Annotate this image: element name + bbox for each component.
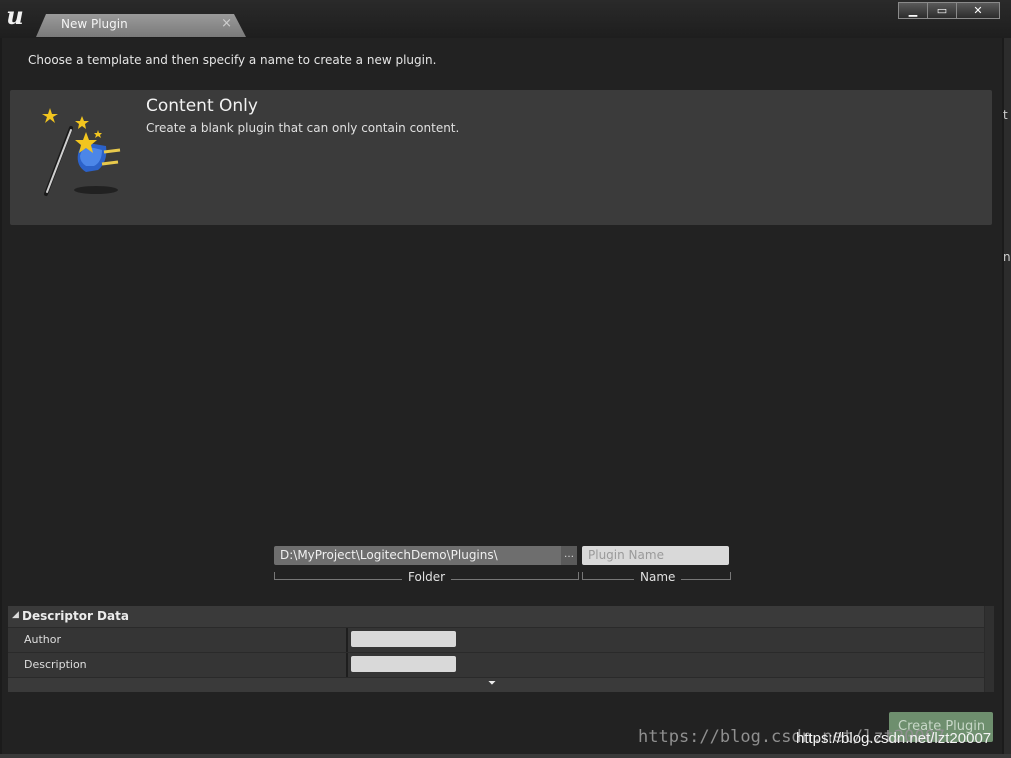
bottom-border (0, 754, 1011, 758)
advanced-expand-bar[interactable]: ⏷ (8, 678, 984, 692)
minimize-button[interactable]: ▁ (898, 2, 928, 19)
template-title: Content Only (146, 96, 258, 116)
folder-path-input[interactable]: D:\MyProject\LogitechDemo\Plugins\ … (274, 546, 577, 565)
column-divider[interactable] (346, 653, 348, 677)
tab-new-plugin[interactable]: New Plugin × (36, 14, 246, 37)
template-content-only[interactable]: Content Only Create a blank plugin that … (10, 90, 992, 225)
folder-path-value: D:\MyProject\LogitechDemo\Plugins\ (280, 548, 498, 562)
background-edge-text: t (1003, 108, 1008, 122)
property-row-author: Author (8, 628, 984, 652)
folder-browse-button[interactable]: … (561, 546, 577, 565)
template-description: Create a blank plugin that can only cont… (146, 121, 460, 135)
title-bar: u New Plugin × ▁ ▭ ✕ (0, 0, 1011, 38)
plugin-name-input[interactable]: Plugin Name (582, 546, 729, 565)
descriptor-scrollbar[interactable] (985, 606, 994, 692)
background-window-edge (1004, 38, 1011, 758)
descriptor-data-panel: ◢ Descriptor Data Author Description ⏷ (8, 606, 994, 692)
column-divider[interactable] (346, 628, 348, 652)
collapse-arrow-icon[interactable]: ◢ (12, 610, 19, 620)
magic-wand-plugin-icon (42, 108, 121, 196)
author-input[interactable] (351, 631, 456, 647)
description-label: Description (24, 658, 87, 671)
watermark-text-overlay: https://blog.csdn.net/lzt20007 (796, 730, 992, 747)
property-row-description: Description (8, 653, 984, 677)
instructions-text: Choose a template and then specify a nam… (28, 53, 437, 67)
plugin-name-placeholder: Plugin Name (588, 548, 664, 562)
author-label: Author (24, 633, 62, 646)
maximize-button[interactable]: ▭ (927, 2, 957, 19)
new-plugin-panel: Choose a template and then specify a nam… (2, 38, 1002, 754)
descriptor-title: Descriptor Data (22, 609, 129, 623)
description-input[interactable] (351, 656, 456, 672)
window-controls: ▁ ▭ ✕ (898, 2, 1000, 19)
folder-label: Folder (402, 570, 452, 584)
close-button[interactable]: ✕ (956, 2, 1000, 19)
tab-close-icon[interactable]: × (221, 16, 232, 31)
descriptor-header[interactable]: ◢ Descriptor Data (8, 606, 984, 627)
expand-arrow-icon[interactable]: ⏷ (488, 678, 496, 689)
tab-title: New Plugin (61, 17, 128, 31)
unreal-engine-logo: u (6, 1, 24, 30)
name-label: Name (634, 570, 682, 584)
background-edge-text: n (1003, 250, 1011, 264)
